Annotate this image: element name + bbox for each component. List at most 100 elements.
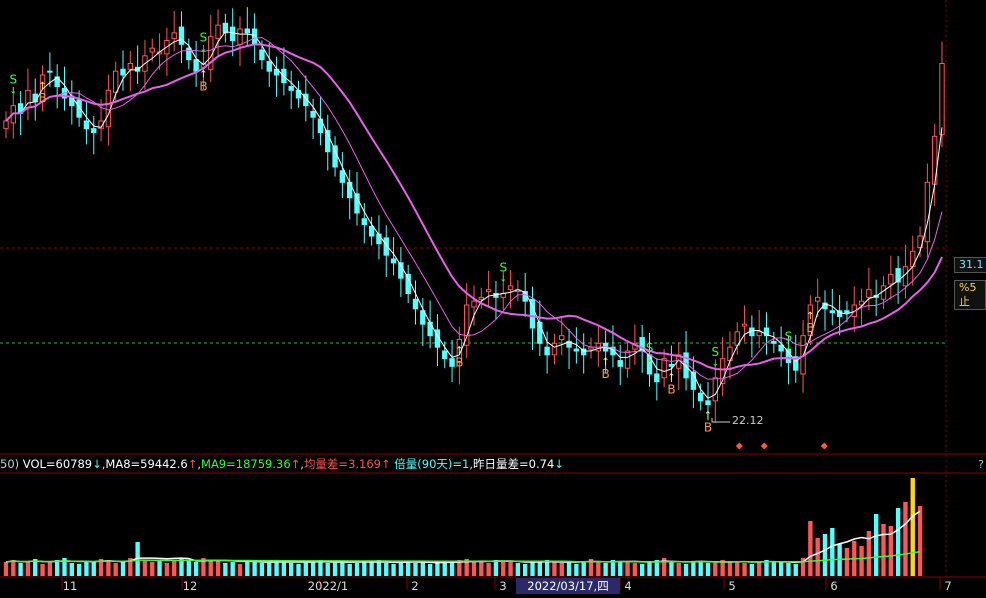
candle-body	[368, 225, 375, 237]
volume-bar	[552, 561, 557, 576]
candle-body	[229, 26, 236, 42]
avg-diff-arrow: ↑	[381, 457, 391, 471]
sell-signal: S	[10, 73, 18, 87]
volume-bar	[727, 562, 733, 576]
volume-bar	[310, 562, 316, 576]
candle-body	[112, 70, 119, 93]
volume-bar	[171, 560, 177, 576]
volume-bar	[479, 562, 484, 576]
candle-body	[485, 289, 492, 293]
volume-bar	[559, 563, 564, 576]
volume-bar	[596, 562, 601, 576]
candle-body	[617, 360, 623, 367]
candle-body	[193, 59, 199, 72]
buy-signal: B	[199, 80, 207, 94]
x-axis-label: 2022/1	[308, 579, 348, 593]
volume-bar	[288, 563, 294, 576]
volume-bar	[267, 561, 272, 576]
candle-body	[771, 340, 777, 344]
volume-bar	[252, 562, 257, 576]
candle-body	[573, 348, 580, 352]
candle-body	[624, 350, 631, 369]
volume-bar	[493, 560, 499, 576]
volume-bar	[735, 561, 740, 576]
volume-bar	[486, 563, 491, 576]
volume-bar	[873, 514, 879, 576]
candle-body	[939, 63, 945, 135]
candle-body	[654, 373, 660, 383]
candle-body	[668, 363, 675, 367]
candle-body	[661, 358, 667, 379]
volume-bar	[822, 534, 828, 576]
volume-bar	[3, 562, 9, 576]
volume-bar	[669, 562, 674, 576]
low-price-annotation: 22.12	[732, 414, 764, 427]
volume-bar	[530, 561, 535, 576]
candle-body	[814, 296, 821, 302]
buy-signal: B	[667, 382, 675, 396]
volume-bar	[705, 563, 711, 576]
volume-bar	[369, 562, 374, 576]
x-axis-label: 12	[183, 579, 198, 593]
candle-body	[427, 321, 433, 337]
volume-bar	[756, 562, 762, 576]
stock-chart[interactable]: ↑B↑B↑B ↑B ↑B↑B↑BS↓S↓S↓S↓S↓S↓ 11 12 2022/1 2 3 4…	[0, 0, 986, 598]
candle-body	[332, 145, 338, 168]
volume-panel	[3, 478, 923, 576]
volume-bar	[208, 560, 213, 576]
candle-body	[288, 86, 294, 91]
volume-bar	[259, 563, 265, 576]
volume-bar	[150, 562, 155, 576]
volume-bar	[881, 524, 886, 576]
candle-body	[259, 49, 265, 61]
candle-body	[32, 93, 38, 103]
volume-ma-line	[5, 510, 921, 564]
volume-bar	[771, 561, 777, 576]
x-axis-label: 3	[499, 579, 506, 593]
help-icon[interactable]: ?	[978, 458, 984, 471]
volume-bar	[683, 564, 689, 576]
buy-signal: B	[455, 356, 463, 370]
buy-signal: B	[806, 321, 814, 335]
sell-signal: S	[785, 330, 793, 344]
volume-bar	[537, 562, 543, 576]
volume-bar	[808, 521, 813, 576]
candle-body	[478, 296, 485, 300]
volume-bar	[47, 562, 53, 576]
volume-bar	[625, 562, 630, 576]
candle-body	[778, 344, 784, 352]
candle-body	[924, 181, 931, 243]
volume-bar	[340, 562, 345, 576]
volume-bar	[449, 562, 455, 576]
sell-signal: S	[499, 261, 507, 275]
candle-body	[127, 63, 134, 70]
volume-bar	[844, 548, 850, 576]
volume-bar	[786, 563, 791, 576]
volume-bar	[142, 560, 148, 576]
candle-body	[47, 70, 53, 73]
x-axis-label: 11	[63, 579, 78, 593]
candle-body	[741, 323, 748, 327]
volume-bar	[420, 562, 426, 576]
volume-bar	[106, 560, 111, 576]
volume-bar	[164, 563, 170, 576]
volume-bar	[91, 562, 96, 576]
volume-bar	[574, 564, 579, 576]
event-marker-icon	[820, 442, 828, 450]
price-tag-stop: %5止	[954, 280, 986, 310]
volume-bar	[332, 561, 338, 576]
candle-body	[697, 392, 704, 402]
candle-body	[931, 135, 938, 185]
sell-signal: S	[200, 31, 208, 45]
volume-bar	[903, 502, 908, 576]
ma8-value: MA8=59442.6	[105, 457, 188, 471]
x-axis-label: 6	[830, 579, 837, 593]
volume-bar	[742, 563, 747, 576]
volume-bar	[281, 562, 287, 576]
volume-bar	[698, 562, 703, 576]
volume-bar	[391, 564, 396, 576]
candle-body	[844, 310, 850, 314]
volume-bar	[69, 563, 75, 576]
volume-bar	[581, 561, 586, 576]
sell-arrow-icon: ↓	[712, 359, 720, 369]
